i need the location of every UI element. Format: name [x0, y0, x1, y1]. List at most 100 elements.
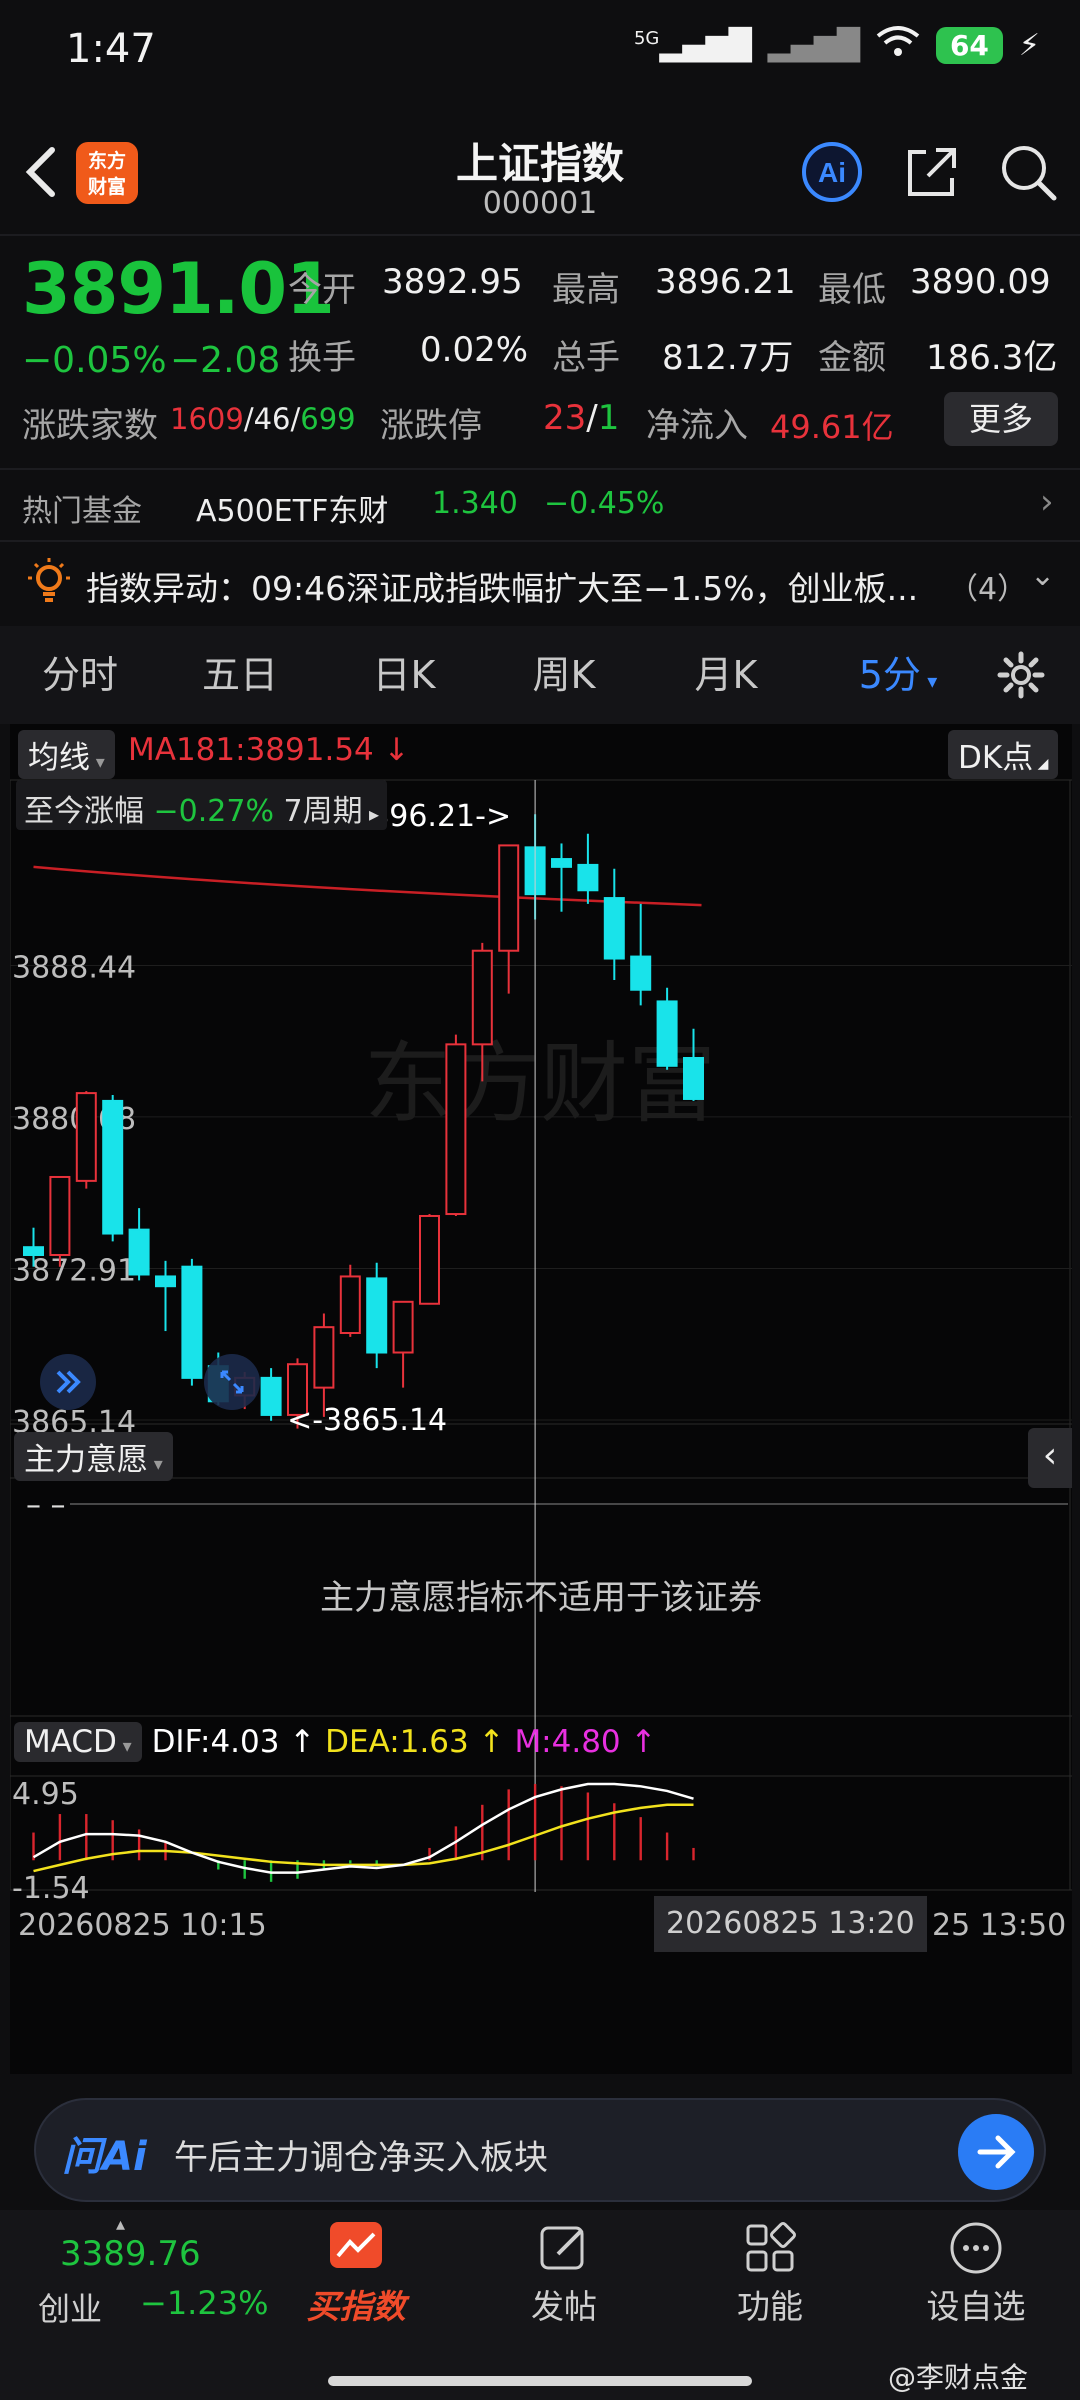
macd-y-tick: 4.95: [12, 1777, 79, 1812]
status-bar: 1:47 5G▂▄▆█ ▂▄▆█ 64 ⚡: [0, 0, 1080, 100]
candle: [551, 858, 572, 868]
chevron-right-icon: ›: [1040, 482, 1054, 522]
chart-svg: 3888.443880.683872.913865.14东方财富3896.21-…: [9, 779, 1072, 1906]
turnover-label: 换手: [288, 338, 356, 378]
divider: [0, 540, 1080, 542]
divider: [0, 234, 1080, 236]
ticker-widget[interactable]: ▴ 3389.76 创业 −1.23%: [0, 2210, 268, 2350]
ma181-label: MA181:3891.54 ↓: [128, 732, 410, 768]
candle: [49, 1175, 71, 1256]
ticker-name: 创业: [38, 2290, 103, 2328]
ma-selector[interactable]: 均线 ▾: [18, 730, 115, 779]
y-tick-label: 3872.91: [12, 1253, 136, 1288]
ai-search-bar[interactable]: 问Ai 午后主力调仓净买入板块: [34, 2098, 1046, 2202]
status-icons: 5G▂▄▆█ ▂▄▆█ 64 ⚡: [634, 24, 1040, 66]
low-marker: <-3865.14: [287, 1403, 447, 1438]
svg-text:Ai: Ai: [818, 157, 846, 188]
tab-weekly-k[interactable]: 周K: [494, 626, 634, 724]
candle: [313, 1326, 335, 1389]
ai-prompt: 午后主力调仓净买入板块: [174, 2138, 548, 2178]
candle: [577, 863, 599, 892]
period-tabs: 分时 五日 日K 周K 月K 5分 ▾: [0, 626, 1080, 724]
chart-area[interactable]: 3888.44 3880.68 3872.91 3865.14 东方财富 3896.21-…: [9, 724, 1072, 2074]
breadth-values: 1609/46/699: [170, 402, 356, 436]
ticker-price: 3389.76: [60, 2234, 201, 2274]
candle: [683, 1056, 704, 1100]
candle: [392, 1300, 414, 1354]
low-value: 3890.09: [910, 262, 1051, 302]
dif-line: [32, 1782, 694, 1874]
hot-fund-row[interactable]: 热门基金 A500ETF东财 1.340 −0.45% ›: [0, 470, 1080, 540]
battery-indicator: 64: [935, 26, 1003, 64]
candle: [260, 1376, 282, 1416]
signal-icon: 5G▂▄▆█: [633, 27, 752, 63]
more-dots-icon: [950, 2222, 1002, 2274]
nav-buy-index[interactable]: 买指数: [256, 2220, 456, 2328]
main-force-selector[interactable]: 主力意愿 ▾: [14, 1432, 173, 1481]
ai-send-button[interactable]: [958, 2114, 1034, 2190]
search-icon[interactable]: [996, 140, 1060, 204]
candle: [75, 1092, 97, 1182]
inflow-label: 净流入: [646, 406, 748, 446]
tab-monthly-k[interactable]: 月K: [656, 626, 796, 724]
range-change-box[interactable]: 至今涨幅 −0.27% 7周期 ▸: [16, 780, 388, 830]
header: 东方 财富 上证指数 000001 Ai: [0, 120, 1080, 230]
inflow-value: 49.61亿: [770, 408, 894, 446]
trend-chart-icon: [330, 2222, 382, 2268]
breadth-label: 涨跌家数: [22, 406, 158, 446]
nav-post[interactable]: 发帖: [464, 2220, 664, 2328]
crosshair-time-label: 20260825 13:20: [654, 1896, 927, 1952]
candle: [419, 1214, 440, 1305]
edit-icon: [540, 2226, 584, 2270]
main-force-placeholder: – –: [26, 1488, 66, 1523]
main-force-message: 主力意愿指标不适用于该证券: [320, 1578, 762, 1618]
hot-fund-change: −0.45%: [544, 486, 665, 521]
ai-brand: 问Ai: [62, 2134, 147, 2180]
settings-icon[interactable]: [996, 650, 1046, 704]
candle: [23, 1246, 44, 1256]
candle: [656, 1000, 678, 1067]
limit-values: 23/1: [543, 398, 620, 438]
ai-assistant-icon[interactable]: Ai: [800, 140, 864, 204]
fullscreen-icon[interactable]: [202, 1352, 262, 1416]
candle: [471, 949, 493, 1046]
dk-point-button[interactable]: DK点 ◢: [948, 730, 1059, 779]
collapse-panel-icon[interactable]: ‹: [1028, 1428, 1072, 1488]
home-indicator: [328, 2376, 752, 2386]
bulb-icon: [26, 556, 72, 610]
status-time: 1:47: [66, 26, 156, 72]
amount-label: 金额: [818, 338, 886, 378]
more-button[interactable]: 更多: [944, 392, 1058, 446]
alert-row[interactable]: 指数异动：09:46深证成指跌幅扩大至−1.5%，创业板... （4） ⌄: [0, 544, 1080, 624]
y-tick-label: 3888.44: [12, 951, 136, 986]
macd-legend: MACD ▾ DIF:4.03 ↑ DEA:1.63 ↑ M:4.80 ↑: [14, 1722, 657, 1762]
change-value: −2.08: [170, 340, 281, 381]
dea-line: [33, 1803, 694, 1873]
amount-value: 186.3亿: [926, 338, 1058, 378]
tab-intraday[interactable]: 分时: [10, 626, 150, 724]
candle: [339, 1275, 361, 1335]
nav-functions[interactable]: 功能: [670, 2220, 870, 2328]
macd-selector[interactable]: MACD ▾: [14, 1722, 142, 1762]
change-pct: −0.05%: [22, 340, 167, 381]
nav-add-watchlist[interactable]: 设自选: [876, 2220, 1076, 2328]
expand-chart-icon[interactable]: [38, 1352, 98, 1416]
turnover-value: 0.02%: [420, 330, 529, 370]
tab-five-day[interactable]: 五日: [170, 626, 310, 724]
share-icon[interactable]: [900, 140, 964, 204]
x-tick-start: 20260825 10:15: [18, 1908, 267, 1943]
signal-2-icon: ▂▄▆█: [767, 27, 860, 63]
up-arrow-icon: ▴: [116, 2214, 126, 2235]
alert-text: 指数异动：09:46深证成指跌幅扩大至−1.5%，创业板...: [86, 569, 919, 608]
tab-5min[interactable]: 5分 ▾: [828, 626, 968, 724]
high-label: 最高: [552, 270, 620, 310]
candle: [155, 1275, 176, 1288]
tab-daily-k[interactable]: 日K: [334, 626, 474, 724]
volume-value: 812.7万: [662, 338, 794, 378]
candle: [498, 844, 520, 952]
volume-label: 总手: [552, 338, 620, 378]
low-label: 最低: [818, 270, 886, 310]
candle: [630, 955, 652, 991]
limit-label: 涨跌停: [380, 406, 482, 446]
chevron-down-icon: ⌄: [1030, 558, 1056, 593]
